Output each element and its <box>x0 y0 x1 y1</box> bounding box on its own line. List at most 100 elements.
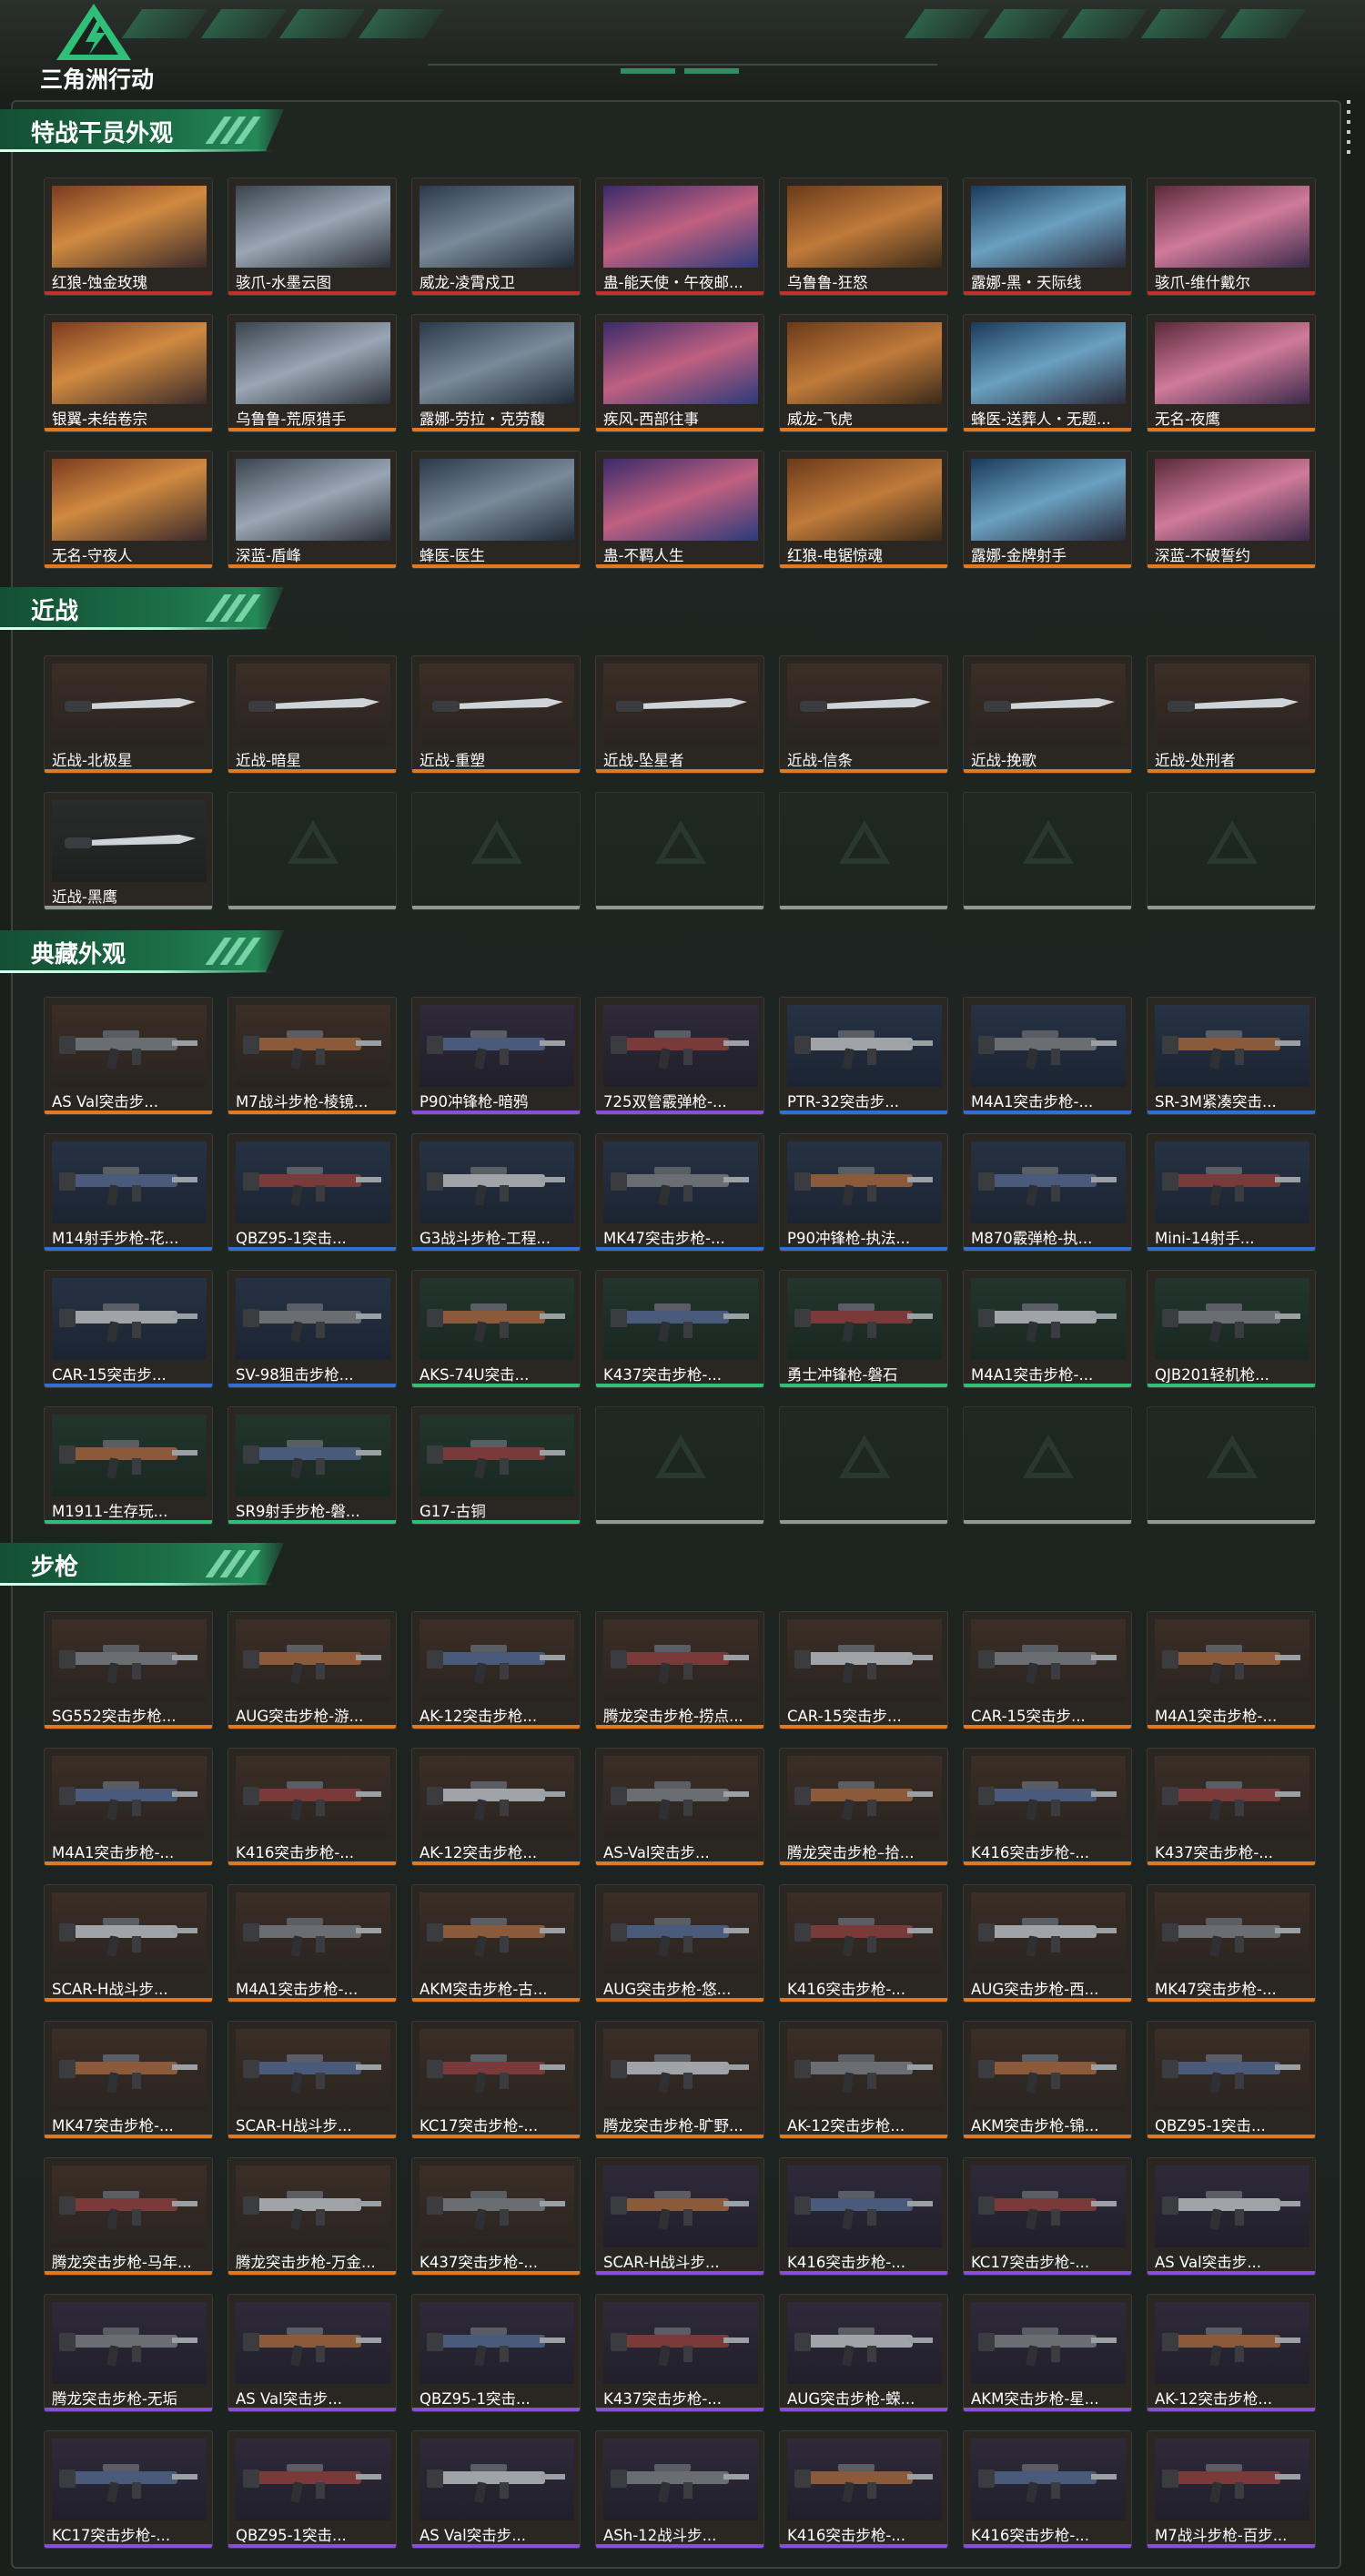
item-card[interactable]: K416突击步枪-... <box>963 2430 1132 2549</box>
item-card[interactable]: KC17突击步枪-... <box>411 2021 581 2139</box>
item-card[interactable]: AKM突击步枪-古... <box>411 1884 581 2003</box>
item-card[interactable]: AUG突击步枪-悠... <box>595 1884 764 2003</box>
item-card[interactable]: 近战-处刑者 <box>1147 655 1316 774</box>
item-card[interactable]: QBZ95-1突击... <box>411 2294 581 2412</box>
item-card[interactable]: K437突击步枪-... <box>1147 1748 1316 1866</box>
item-card[interactable]: 红狼-电锯惊魂 <box>779 451 948 569</box>
item-card[interactable]: MK47突击步枪-... <box>595 1133 764 1252</box>
item-card[interactable]: CAR-15突击步... <box>44 1270 213 1388</box>
item-card[interactable]: G17-古铜 <box>411 1406 581 1525</box>
item-card[interactable]: ASh-12战斗步... <box>595 2430 764 2549</box>
item-card[interactable]: AKM突击步枪-锦... <box>963 2021 1132 2139</box>
item-card[interactable]: SR9射手步枪-磐... <box>228 1406 397 1525</box>
item-card[interactable]: 无名-守夜人 <box>44 451 213 569</box>
item-card[interactable]: 勇士冲锋枪-磐石 <box>779 1270 948 1388</box>
item-card[interactable]: M14射手步枪-花... <box>44 1133 213 1252</box>
item-card[interactable]: 无名-夜鹰 <box>1147 314 1316 432</box>
item-card[interactable]: M4A1突击步枪-... <box>228 1884 397 2003</box>
item-card[interactable]: M4A1突击步枪-... <box>963 1270 1132 1388</box>
item-card[interactable]: 腾龙突击步枪-旷野... <box>595 2021 764 2139</box>
item-card[interactable]: SG552突击步枪... <box>44 1611 213 1729</box>
item-card[interactable]: AS Val突击步... <box>44 997 213 1115</box>
item-card[interactable]: 腾龙突击步枪-无垢 <box>44 2294 213 2412</box>
item-card[interactable]: AK-12突击步枪... <box>1147 2294 1316 2412</box>
item-card[interactable]: QBZ95-1突击... <box>228 1133 397 1252</box>
item-card[interactable]: 蛊-能天使・午夜邮... <box>595 177 764 296</box>
item-card[interactable]: 红狼-蚀金玫瑰 <box>44 177 213 296</box>
item-card[interactable]: AUG突击步枪-游... <box>228 1611 397 1729</box>
item-card[interactable]: P90冲锋枪-暗鸦 <box>411 997 581 1115</box>
item-card[interactable]: 腾龙突击步枪-万金... <box>228 2157 397 2276</box>
item-card[interactable]: SV-98狙击步枪... <box>228 1270 397 1388</box>
item-card[interactable]: 露娜-劳拉・克劳馥 <box>411 314 581 432</box>
item-card[interactable]: CAR-15突击步... <box>779 1611 948 1729</box>
item-card[interactable]: K416突击步枪-... <box>963 1748 1132 1866</box>
item-card[interactable]: P90冲锋枪-执法... <box>779 1133 948 1252</box>
item-card[interactable]: 725双管霰弹枪-... <box>595 997 764 1115</box>
item-card[interactable]: QBZ95-1突击... <box>228 2430 397 2549</box>
item-card[interactable]: AK-12突击步枪... <box>411 1611 581 1729</box>
item-card[interactable]: 威龙-飞虎 <box>779 314 948 432</box>
item-card[interactable]: AK-12突击步枪... <box>779 2021 948 2139</box>
item-card[interactable]: M870霰弹枪-执... <box>963 1133 1132 1252</box>
item-card[interactable]: 蜂医-医生 <box>411 451 581 569</box>
item-card[interactable]: AS Val突击步... <box>228 2294 397 2412</box>
item-card[interactable]: KC17突击步枪-... <box>44 2430 213 2549</box>
item-card[interactable]: SCAR-H战斗步... <box>228 2021 397 2139</box>
item-card[interactable]: 近战-坠星者 <box>595 655 764 774</box>
item-card[interactable]: K437突击步枪-... <box>595 2294 764 2412</box>
item-card[interactable]: 乌鲁鲁-荒原猎手 <box>228 314 397 432</box>
item-card[interactable]: 露娜-黑・天际线 <box>963 177 1132 296</box>
item-card[interactable]: M4A1突击步枪-... <box>44 1748 213 1866</box>
item-card[interactable]: 腾龙突击步枪–拾... <box>779 1748 948 1866</box>
item-card[interactable]: AS Val突击步... <box>411 2430 581 2549</box>
item-card[interactable]: 近战-暗星 <box>228 655 397 774</box>
item-card[interactable]: M1911-生存玩... <box>44 1406 213 1525</box>
item-card[interactable]: SCAR-H战斗步... <box>595 2157 764 2276</box>
item-card[interactable]: SCAR-H战斗步... <box>44 1884 213 2003</box>
item-card[interactable]: M4A1突击步枪-... <box>1147 1611 1316 1729</box>
item-card[interactable]: G3战斗步枪-工程... <box>411 1133 581 1252</box>
item-card[interactable]: QBZ95-1突击... <box>1147 2021 1316 2139</box>
item-card[interactable]: QJB201轻机枪... <box>1147 1270 1316 1388</box>
item-card[interactable]: MK47突击步枪-... <box>1147 1884 1316 2003</box>
item-card[interactable]: K416突击步枪-... <box>228 1748 397 1866</box>
item-card[interactable]: M7战斗步枪-棱镜... <box>228 997 397 1115</box>
item-card[interactable]: 骇爪-水墨云图 <box>228 177 397 296</box>
item-card[interactable]: 腾龙突击步枪-马年... <box>44 2157 213 2276</box>
item-card[interactable]: 露娜-金牌射手 <box>963 451 1132 569</box>
item-card[interactable]: 近战-北极星 <box>44 655 213 774</box>
item-card[interactable]: Mini-14射手... <box>1147 1133 1316 1252</box>
item-card[interactable]: SR-3M紧凑突击... <box>1147 997 1316 1115</box>
item-card[interactable]: M7战斗步枪-百步... <box>1147 2430 1316 2549</box>
item-card[interactable]: 疾风-西部往事 <box>595 314 764 432</box>
item-card[interactable]: K416突击步枪-... <box>779 2157 948 2276</box>
scrollbar[interactable] <box>1347 100 1350 164</box>
item-card[interactable]: 近战-黑鹰 <box>44 792 213 910</box>
item-card[interactable]: 近战-重塑 <box>411 655 581 774</box>
item-card[interactable]: 近战-信条 <box>779 655 948 774</box>
item-card[interactable]: AS-Val突击步... <box>595 1748 764 1866</box>
item-card[interactable]: K437突击步枪-... <box>411 2157 581 2276</box>
item-card[interactable]: 骇爪-维什戴尔 <box>1147 177 1316 296</box>
item-card[interactable]: AKM突击步枪-星... <box>963 2294 1132 2412</box>
item-card[interactable]: AUG突击步枪-西... <box>963 1884 1132 2003</box>
item-card[interactable]: 近战-挽歌 <box>963 655 1132 774</box>
item-card[interactable]: KC17突击步枪-... <box>963 2157 1132 2276</box>
item-card[interactable]: AK-12突击步枪... <box>411 1748 581 1866</box>
item-card[interactable]: CAR-15突击步... <box>963 1611 1132 1729</box>
item-card[interactable]: PTR-32突击步... <box>779 997 948 1115</box>
item-card[interactable]: K416突击步枪-... <box>779 2430 948 2549</box>
item-card[interactable]: 银翼-未结卷宗 <box>44 314 213 432</box>
item-card[interactable]: 威龙-凌霄戍卫 <box>411 177 581 296</box>
item-card[interactable]: MK47突击步枪-... <box>44 2021 213 2139</box>
item-card[interactable]: K437突击步枪-... <box>595 1270 764 1388</box>
item-card[interactable]: K416突击步枪-... <box>779 1884 948 2003</box>
item-card[interactable]: 腾龙突击步枪-捞点... <box>595 1611 764 1729</box>
item-card[interactable]: 蜂医-送葬人・无题... <box>963 314 1132 432</box>
item-card[interactable]: 蛊-不羁人生 <box>595 451 764 569</box>
item-card[interactable]: AUG突击步枪-蝾... <box>779 2294 948 2412</box>
item-card[interactable]: 深蓝-不破誓约 <box>1147 451 1316 569</box>
item-card[interactable]: 深蓝-盾峰 <box>228 451 397 569</box>
item-card[interactable]: AKS-74U突击... <box>411 1270 581 1388</box>
